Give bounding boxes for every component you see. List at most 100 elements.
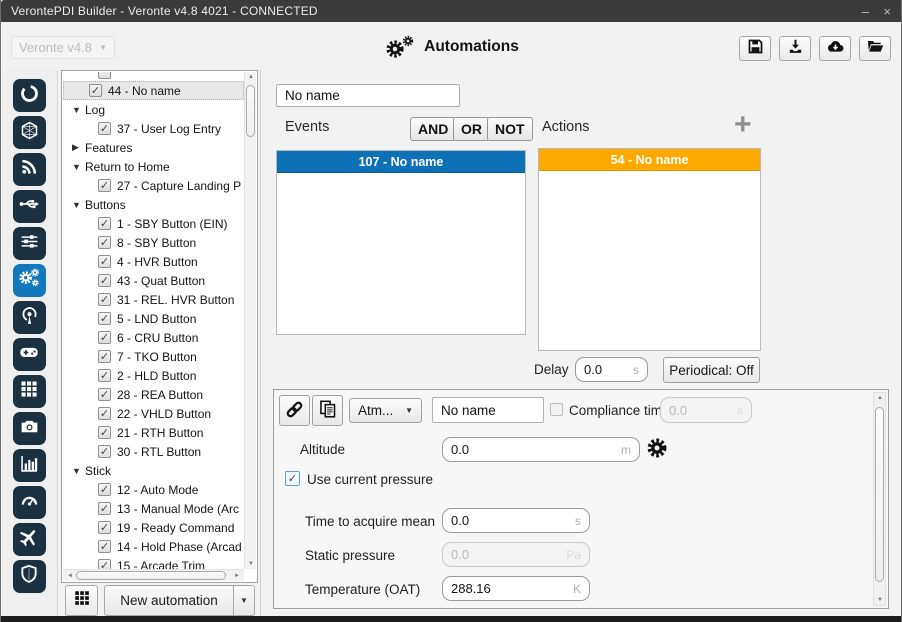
tree-item-checkbox[interactable]: ✓ xyxy=(98,331,111,344)
tree-item-checkbox[interactable] xyxy=(98,72,111,79)
tree-item-checkbox[interactable]: ✓ xyxy=(98,483,111,496)
tree-item-checkbox[interactable]: ✓ xyxy=(98,521,111,534)
altitude-gear-icon[interactable] xyxy=(646,437,668,464)
tree-item-checkbox[interactable]: ✓ xyxy=(98,236,111,249)
tree-item-checkbox[interactable]: ✓ xyxy=(98,179,111,192)
scroll-up-icon[interactable]: ▲ xyxy=(874,395,886,401)
triangle-expanded-icon[interactable]: ▼ xyxy=(72,105,85,115)
tree-item[interactable]: ✓ 15 - Arcade Trim xyxy=(63,556,244,569)
copy-button[interactable] xyxy=(312,395,343,426)
tree-item-checkbox[interactable]: ✓ xyxy=(98,502,111,515)
close-button[interactable]: × xyxy=(883,0,891,22)
sidebar-item-open-ring[interactable] xyxy=(12,79,46,112)
tree-item-checkbox[interactable]: ✓ xyxy=(98,407,111,420)
tree-item[interactable]: ✓ 5 - LND Button xyxy=(63,309,244,328)
link-button[interactable] xyxy=(279,395,310,426)
tree-item[interactable]: ✓ 37 - User Log Entry xyxy=(63,119,244,138)
new-automation-dropdown[interactable]: ▼ xyxy=(234,585,255,616)
tree-item[interactable]: ✓ 19 - Ready Command xyxy=(63,518,244,537)
tree-group[interactable]: ▼ Buttons xyxy=(63,195,244,214)
scrollbar-thumb[interactable] xyxy=(76,571,226,580)
tree-item[interactable]: ✓ 2 - HLD Button xyxy=(63,366,244,385)
periodical-button[interactable]: Periodical: Off xyxy=(663,357,760,383)
tree-item[interactable]: ✓ 44 - No name xyxy=(63,81,244,100)
tree-item[interactable]: ✓ 14 - Hold Phase (Arcad xyxy=(63,537,244,556)
tree-item-checkbox[interactable]: ✓ xyxy=(98,559,111,569)
scroll-down-icon[interactable]: ▼ xyxy=(874,597,886,603)
add-action-button[interactable]: + xyxy=(734,110,752,140)
scrollbar-thumb[interactable] xyxy=(875,407,884,582)
and-button[interactable]: AND xyxy=(410,117,457,141)
tree-item-checkbox[interactable]: ✓ xyxy=(98,255,111,268)
tree-item[interactable]: ✓ 43 - Quat Button xyxy=(63,271,244,290)
tree-item[interactable]: ✓ 12 - Auto Mode xyxy=(63,480,244,499)
cloud-download-button[interactable] xyxy=(819,36,851,61)
sidebar-item-bar-chart[interactable] xyxy=(12,449,46,482)
sidebar-item-gamepad[interactable] xyxy=(12,338,46,371)
sidebar-item-rss[interactable] xyxy=(12,153,46,186)
tree-item[interactable]: ✓ 6 - CRU Button xyxy=(63,328,244,347)
minimize-button[interactable]: – xyxy=(862,0,869,22)
tree-item-checkbox[interactable]: ✓ xyxy=(98,293,111,306)
event-item-selected[interactable]: 107 - No name xyxy=(277,151,525,173)
download-button[interactable] xyxy=(779,36,811,61)
compliance-time-checkbox[interactable] xyxy=(550,403,563,416)
tree-item[interactable]: ✓ 31 - REL. HVR Button xyxy=(63,290,244,309)
sidebar-item-gears[interactable] xyxy=(12,264,46,297)
tree-group[interactable]: ▼ Log xyxy=(63,100,244,119)
tree-item[interactable]: ✓ 28 - REA Button xyxy=(63,385,244,404)
triangle-expanded-icon[interactable]: ▼ xyxy=(72,162,85,172)
tree-item-checkbox[interactable]: ✓ xyxy=(98,350,111,363)
sidebar-item-podcast[interactable] xyxy=(12,301,46,334)
time-to-acquire-mean-input[interactable]: 0.0 s xyxy=(442,508,590,533)
scroll-right-icon[interactable]: ► xyxy=(231,573,243,579)
tree-vertical-scrollbar[interactable]: ▲ ▼ xyxy=(244,72,256,569)
tree-horizontal-scrollbar[interactable]: ◄ ► xyxy=(63,569,244,581)
sidebar-item-wireframe-sphere[interactable] xyxy=(12,116,46,149)
action-name-input[interactable]: No name xyxy=(432,397,544,423)
action-item-selected[interactable]: 54 - No name xyxy=(539,149,760,171)
tree-item-checkbox[interactable]: ✓ xyxy=(98,445,111,458)
tree-item-checkbox[interactable]: ✓ xyxy=(98,217,111,230)
sidebar-item-camera[interactable] xyxy=(12,412,46,445)
tree-group[interactable]: ▼ Return to Home xyxy=(63,157,244,176)
triangle-collapsed-icon[interactable]: ▶ xyxy=(72,142,85,153)
sidebar-item-sliders[interactable] xyxy=(12,227,46,260)
triangle-expanded-icon[interactable]: ▼ xyxy=(72,466,85,476)
scroll-up-icon[interactable]: ▲ xyxy=(245,74,257,80)
tree-item-checkbox[interactable]: ✓ xyxy=(98,369,111,382)
altitude-input[interactable]: 0.0 m xyxy=(442,437,640,462)
action-type-select[interactable]: Atm... ▼ xyxy=(349,398,422,423)
sidebar-item-gauge[interactable] xyxy=(12,486,46,519)
scrollbar-thumb[interactable] xyxy=(246,85,255,137)
triangle-expanded-icon[interactable]: ▼ xyxy=(72,200,85,210)
automation-name-input[interactable]: No name xyxy=(276,84,460,107)
tree-item[interactable]: ✓ 1 - SBY Button (EIN) xyxy=(63,214,244,233)
tree-item-checkbox[interactable]: ✓ xyxy=(89,84,102,97)
tree-item[interactable]: ✓ 22 - VHLD Button xyxy=(63,404,244,423)
editor-vertical-scrollbar[interactable]: ▲ ▼ xyxy=(873,392,886,606)
not-button[interactable]: NOT xyxy=(487,117,533,141)
delay-input[interactable]: 0.0 s xyxy=(575,357,648,382)
tree-item-checkbox[interactable]: ✓ xyxy=(98,540,111,553)
or-button[interactable]: OR xyxy=(453,117,490,141)
tree-item[interactable]: ✓ 4 - HVR Button xyxy=(63,252,244,271)
sidebar-item-grid[interactable] xyxy=(12,375,46,408)
tree-item-checkbox[interactable]: ✓ xyxy=(98,312,111,325)
tree-item[interactable]: ✓ 30 - RTL Button xyxy=(63,442,244,461)
use-current-pressure-checkbox[interactable]: ✓ xyxy=(285,471,300,486)
tree-item-checkbox[interactable]: ✓ xyxy=(98,274,111,287)
tree-item[interactable]: ✓ 27 - Capture Landing P xyxy=(63,176,244,195)
tree-item-checkbox[interactable]: ✓ xyxy=(98,388,111,401)
tree-item-checkbox[interactable]: ✓ xyxy=(98,426,111,439)
sidebar-item-usb[interactable] xyxy=(12,190,46,223)
save-button[interactable] xyxy=(739,36,771,61)
tree-item[interactable]: ✓ 21 - RTH Button xyxy=(63,423,244,442)
temperature-oat-input[interactable]: 288.16 K xyxy=(442,576,590,601)
tree-item[interactable]: ✓ 7 - TKO Button xyxy=(63,347,244,366)
tree-item[interactable]: ✓ 8 - SBY Button xyxy=(63,233,244,252)
sidebar-item-plane[interactable] xyxy=(12,523,46,556)
scroll-down-icon[interactable]: ▼ xyxy=(245,561,257,567)
sidebar-item-shield[interactable] xyxy=(12,560,46,593)
tree-item[interactable]: ✓ 13 - Manual Mode (Arc xyxy=(63,499,244,518)
